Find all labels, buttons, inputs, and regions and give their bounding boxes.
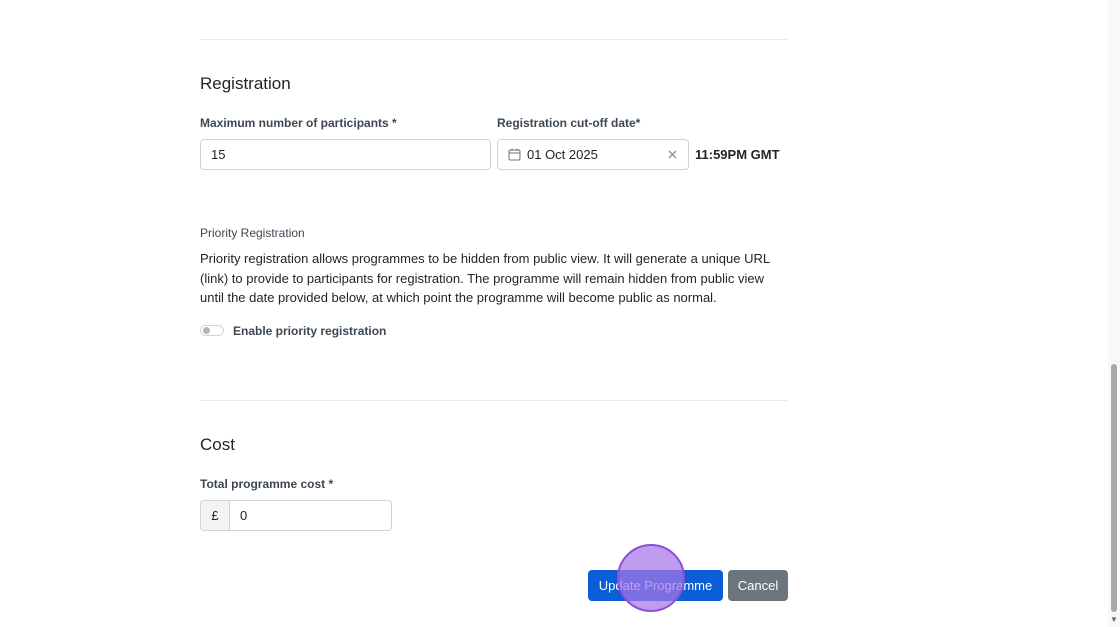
max-participants-label: Maximum number of participants * (200, 116, 397, 130)
scrollbar-thumb[interactable] (1111, 364, 1117, 612)
max-participants-input[interactable]: 15 (200, 139, 491, 170)
section-divider (200, 400, 788, 401)
cost-heading: Cost (200, 435, 235, 454)
total-cost-input[interactable]: 0 (230, 501, 391, 530)
total-cost-label: Total programme cost * (200, 477, 334, 491)
currency-addon: £ (201, 501, 230, 530)
priority-registration-label: Priority Registration (200, 226, 305, 240)
cutoff-time: 11:59PM GMT (695, 147, 780, 162)
cancel-button[interactable]: Cancel (728, 570, 788, 601)
total-cost-input-group: £ 0 (200, 500, 392, 531)
registration-heading: Registration (200, 74, 291, 93)
cutoff-date-label: Registration cut-off date* (497, 116, 641, 130)
cutoff-date-value: 01 Oct 2025 (527, 147, 598, 162)
currency-symbol: £ (211, 508, 219, 523)
toggle-knob (203, 327, 210, 334)
calendar-icon (508, 148, 521, 161)
section-divider (200, 39, 788, 40)
cutoff-date-picker[interactable]: 01 Oct 2025 (497, 139, 689, 170)
priority-registration-description: Priority registration allows programmes … (200, 251, 770, 305)
total-cost-value: 0 (240, 508, 248, 523)
max-participants-value: 15 (211, 147, 226, 162)
priority-toggle-label[interactable]: Enable priority registration (233, 324, 386, 338)
scroll-down-arrow-icon[interactable]: ▼ (1108, 614, 1120, 626)
page: Registration Maximum number of participa… (0, 0, 1120, 627)
click-indicator (617, 544, 685, 612)
close-icon[interactable] (667, 148, 678, 159)
priority-registration-toggle[interactable] (200, 325, 224, 336)
